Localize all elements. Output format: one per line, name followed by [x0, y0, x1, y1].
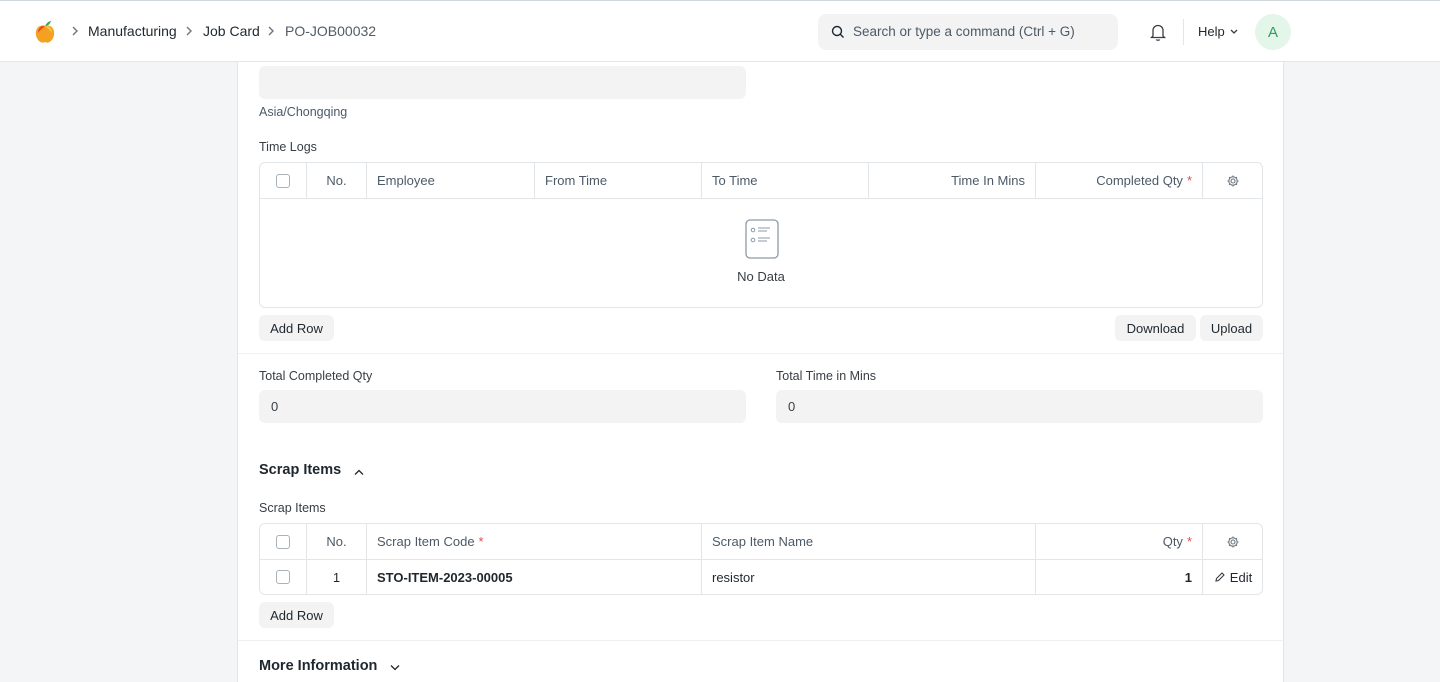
navbar: Manufacturing Job Card PO-JOB00032 Searc… — [0, 0, 1440, 62]
table-header: No. Scrap Item Code * Scrap Item Name Qty… — [260, 524, 1262, 560]
column-completed-qty-label: Completed Qty — [1096, 173, 1183, 188]
total-completed-qty-label: Total Completed Qty — [259, 369, 373, 383]
add-row-button[interactable]: Add Row — [259, 315, 334, 341]
chevron-up-icon[interactable] — [353, 468, 365, 476]
column-scrap-item-name: Scrap Item Name — [702, 524, 1036, 559]
breadcrumb-current-doc[interactable]: PO-JOB00032 — [285, 23, 376, 39]
total-time-mins-label: Total Time in Mins — [776, 369, 877, 383]
notification-bell-icon[interactable] — [1149, 22, 1167, 42]
search-input[interactable]: Search or type a command (Ctrl + G) — [853, 24, 1075, 39]
column-time-in-mins: Time In Mins — [869, 163, 1036, 198]
app-logo-icon[interactable] — [35, 20, 55, 44]
form-panel: Asia/Chongqing Time Logs No. Employee Fr… — [237, 62, 1284, 682]
select-all-cell — [260, 524, 307, 559]
time-logs-table: No. Employee From Time To Time Time In M… — [259, 162, 1263, 308]
scrap-item-code-cell[interactable]: STO-ITEM-2023-00005 — [367, 560, 702, 594]
add-row-button[interactable]: Add Row — [259, 602, 334, 628]
column-settings — [1203, 524, 1263, 559]
edit-row-button[interactable]: Edit — [1203, 560, 1263, 594]
column-settings — [1203, 163, 1263, 198]
section-divider — [238, 640, 1283, 641]
no-data-text: No Data — [737, 269, 785, 284]
required-marker: * — [478, 534, 484, 549]
timezone-text: Asia/Chongqing — [259, 105, 348, 119]
select-all-cell — [260, 163, 307, 198]
select-all-checkbox[interactable] — [276, 173, 290, 188]
total-time-mins-field[interactable]: 0 — [776, 390, 1263, 423]
row-no: 1 — [307, 560, 367, 594]
column-qty: Qty * — [1036, 524, 1203, 559]
chevron-down-icon[interactable] — [1229, 28, 1239, 36]
gear-icon[interactable] — [1226, 174, 1240, 188]
more-information-section-title[interactable]: More Information — [259, 658, 377, 674]
chevron-right-icon — [186, 26, 192, 36]
column-qty-label: Qty — [1162, 534, 1183, 549]
qty-cell[interactable]: 1 — [1036, 560, 1203, 594]
column-employee: Employee — [367, 163, 535, 198]
column-completed-qty: Completed Qty * — [1036, 163, 1203, 198]
table-row[interactable]: 1 STO-ITEM-2023-00005 resistor 1 Edit — [260, 560, 1262, 594]
row-select-cell — [260, 560, 307, 594]
required-marker: * — [1186, 173, 1192, 188]
scrap-item-name-cell[interactable]: resistor — [702, 560, 1036, 594]
avatar[interactable]: A — [1255, 14, 1291, 50]
column-from-time: From Time — [535, 163, 702, 198]
column-no: No. — [307, 524, 367, 559]
chevron-down-icon[interactable] — [389, 664, 401, 672]
help-menu[interactable]: Help — [1198, 24, 1225, 39]
column-scrap-item-code: Scrap Item Code * — [367, 524, 702, 559]
pencil-icon — [1215, 572, 1225, 582]
timezone-field[interactable] — [259, 66, 746, 99]
chevron-right-icon — [268, 26, 274, 36]
scrap-items-table: No. Scrap Item Code * Scrap Item Name Qty… — [259, 523, 1263, 595]
gear-icon[interactable] — [1226, 535, 1240, 549]
table-header: No. Employee From Time To Time Time In M… — [260, 163, 1262, 199]
scrap-items-label: Scrap Items — [259, 501, 326, 515]
total-completed-qty-field[interactable]: 0 — [259, 390, 746, 423]
column-to-time: To Time — [702, 163, 869, 198]
breadcrumb-manufacturing[interactable]: Manufacturing — [88, 23, 177, 39]
select-all-checkbox[interactable] — [276, 534, 290, 549]
navbar-divider — [1183, 19, 1184, 45]
breadcrumb-job-card[interactable]: Job Card — [203, 23, 260, 39]
upload-button[interactable]: Upload — [1200, 315, 1263, 341]
edit-label: Edit — [1229, 569, 1253, 585]
no-data-icon — [745, 219, 779, 259]
row-checkbox[interactable] — [276, 570, 290, 584]
download-button[interactable]: Download — [1115, 315, 1196, 341]
search-bar[interactable]: Search or type a command (Ctrl + G) — [818, 14, 1118, 50]
column-no: No. — [307, 163, 367, 198]
search-icon — [831, 25, 844, 38]
required-marker: * — [1186, 534, 1192, 549]
chevron-right-icon — [72, 26, 78, 36]
scrap-items-section-title[interactable]: Scrap Items — [259, 462, 341, 478]
section-divider — [238, 353, 1283, 354]
column-scrap-item-code-label: Scrap Item Code — [377, 534, 475, 549]
time-logs-label: Time Logs — [259, 140, 317, 154]
